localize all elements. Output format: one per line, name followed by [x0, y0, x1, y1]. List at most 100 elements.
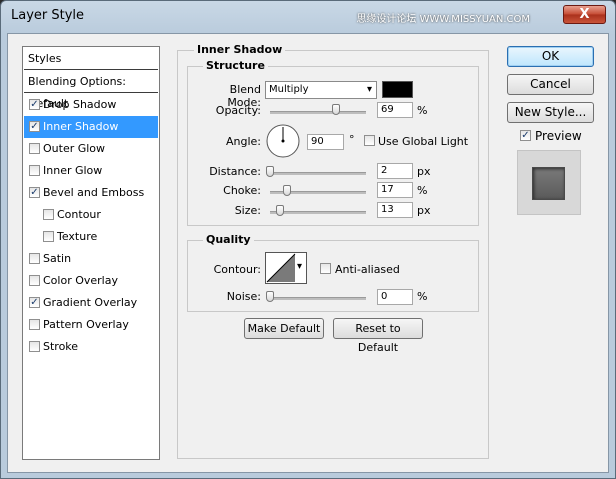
style-item-label: Outer Glow [43, 142, 106, 155]
style-item[interactable]: Color Overlay [24, 270, 158, 292]
checkmark-icon: ✓ [521, 130, 530, 141]
size-label: Size: [234, 204, 261, 217]
style-item[interactable]: Pattern Overlay [24, 314, 158, 336]
style-item-checkbox[interactable] [43, 209, 54, 220]
style-item[interactable]: ✓ Drop Shadow [24, 94, 158, 116]
blend-color-swatch[interactable] [382, 81, 413, 98]
style-item-checkbox[interactable]: ✓ [29, 121, 40, 132]
use-global-light-label: Use Global Light [378, 135, 469, 148]
choke-field[interactable]: 17 [377, 182, 413, 198]
noise-label: Noise: [226, 290, 261, 303]
contour-label: Contour: [213, 263, 261, 276]
style-item-checkbox[interactable] [29, 275, 40, 286]
opacity-label: Opacity: [215, 104, 261, 117]
close-button[interactable]: X [563, 5, 606, 24]
checkmark-icon: ✓ [30, 121, 39, 132]
style-item-label: Gradient Overlay [43, 296, 138, 309]
anti-aliased-label: Anti-aliased [335, 263, 400, 276]
style-item-checkbox[interactable]: ✓ [29, 99, 40, 110]
new-style-button[interactable]: New Style... [507, 102, 594, 123]
opacity-unit: % [417, 104, 428, 117]
size-slider[interactable] [270, 211, 366, 214]
style-item[interactable]: Inner Glow [24, 160, 158, 182]
size-slider-thumb-icon[interactable] [276, 205, 284, 216]
style-preview [517, 150, 581, 215]
noise-slider[interactable] [270, 297, 366, 300]
style-item-label: Inner Shadow [43, 120, 119, 133]
style-item[interactable]: ✓ Gradient Overlay [24, 292, 158, 314]
style-item[interactable]: Texture [24, 226, 158, 248]
style-item-label: Inner Glow [43, 164, 103, 177]
style-item[interactable]: Outer Glow [24, 138, 158, 160]
size-field[interactable]: 13 [377, 202, 413, 218]
reset-to-default-button[interactable]: Reset to Default [333, 318, 423, 354]
styles-list: Styles Blending Options: Default ✓ Drop S… [22, 46, 160, 460]
choke-unit: % [417, 184, 428, 197]
style-item-label: Texture [57, 230, 98, 243]
preview-swatch [532, 167, 565, 200]
blend-mode-select[interactable]: Multiply ▾ [265, 81, 377, 99]
opacity-field[interactable]: 69 [377, 102, 413, 118]
dropdown-arrow-icon: ▾ [366, 84, 372, 95]
distance-slider[interactable] [270, 172, 366, 175]
title-bar[interactable]: Layer Style 思缘设计论坛 WWW.MISSYUAN.COM X [0, 0, 616, 34]
style-item-checkbox[interactable] [29, 341, 40, 352]
close-icon: X [579, 7, 590, 22]
checkmark-icon: ✓ [30, 297, 39, 308]
style-item-checkbox[interactable] [43, 231, 54, 242]
style-item-label: Bevel and Emboss [43, 186, 145, 199]
contour-dropdown-arrow-icon: ▾ [297, 261, 303, 272]
choke-label: Choke: [223, 184, 261, 197]
ok-button[interactable]: OK [507, 46, 594, 67]
noise-slider-thumb-icon[interactable] [266, 291, 274, 302]
style-item-label: Drop Shadow [43, 98, 117, 111]
use-global-light-checkbox[interactable] [364, 135, 375, 146]
style-item-checkbox[interactable] [29, 143, 40, 154]
style-item-checkbox[interactable] [29, 165, 40, 176]
style-item-checkbox[interactable]: ✓ [29, 297, 40, 308]
distance-unit: px [417, 165, 431, 178]
style-item-label: Pattern Overlay [43, 318, 129, 331]
distance-slider-thumb-icon[interactable] [266, 166, 274, 177]
contour-picker[interactable]: ▾ [265, 252, 307, 284]
choke-slider-thumb-icon[interactable] [283, 185, 291, 196]
distance-field[interactable]: 2 [377, 163, 413, 179]
preview-label: Preview [535, 129, 582, 143]
style-item[interactable]: Contour [24, 204, 158, 226]
size-unit: px [417, 204, 431, 217]
style-item-checkbox[interactable] [29, 319, 40, 330]
style-item-label: Contour [57, 208, 101, 221]
make-default-button[interactable]: Make Default [244, 318, 324, 339]
preview-checkbox[interactable]: ✓ [520, 130, 531, 141]
angle-label: Angle: [225, 135, 261, 148]
contour-curve-icon [266, 253, 296, 283]
noise-field[interactable]: 0 [377, 289, 413, 305]
styles-header[interactable]: Styles [24, 48, 158, 70]
noise-unit: % [417, 290, 428, 303]
cancel-button[interactable]: Cancel [507, 74, 594, 95]
inner-shadow-title: Inner Shadow [194, 43, 286, 56]
style-item[interactable]: ✓ Bevel and Emboss [24, 182, 158, 204]
style-item-checkbox[interactable]: ✓ [29, 187, 40, 198]
checkmark-icon: ✓ [30, 99, 39, 110]
style-item-checkbox[interactable] [29, 253, 40, 264]
opacity-slider-thumb-icon[interactable] [332, 104, 341, 115]
quality-title: Quality [203, 233, 254, 246]
blending-options-item[interactable]: Blending Options: Default [24, 71, 158, 110]
anti-aliased-checkbox[interactable] [320, 263, 331, 274]
structure-title: Structure [203, 59, 268, 72]
angle-dial-icon[interactable] [266, 124, 300, 158]
window-title: Layer Style [11, 8, 85, 23]
style-item[interactable]: Satin [24, 248, 158, 270]
blend-mode-value: Multiply [269, 84, 309, 95]
style-item-label: Color Overlay [43, 274, 118, 287]
distance-label: Distance: [209, 165, 261, 178]
style-item-label: Stroke [43, 340, 79, 353]
angle-field[interactable]: 90 [307, 134, 344, 150]
opacity-slider[interactable] [270, 111, 366, 114]
watermark: 思缘设计论坛 WWW.MISSYUAN.COM [356, 14, 530, 25]
angle-unit: ° [349, 133, 355, 146]
style-item-label: Satin [43, 252, 72, 265]
style-item[interactable]: ✓ Inner Shadow [24, 116, 158, 138]
style-item[interactable]: Stroke [24, 336, 158, 358]
